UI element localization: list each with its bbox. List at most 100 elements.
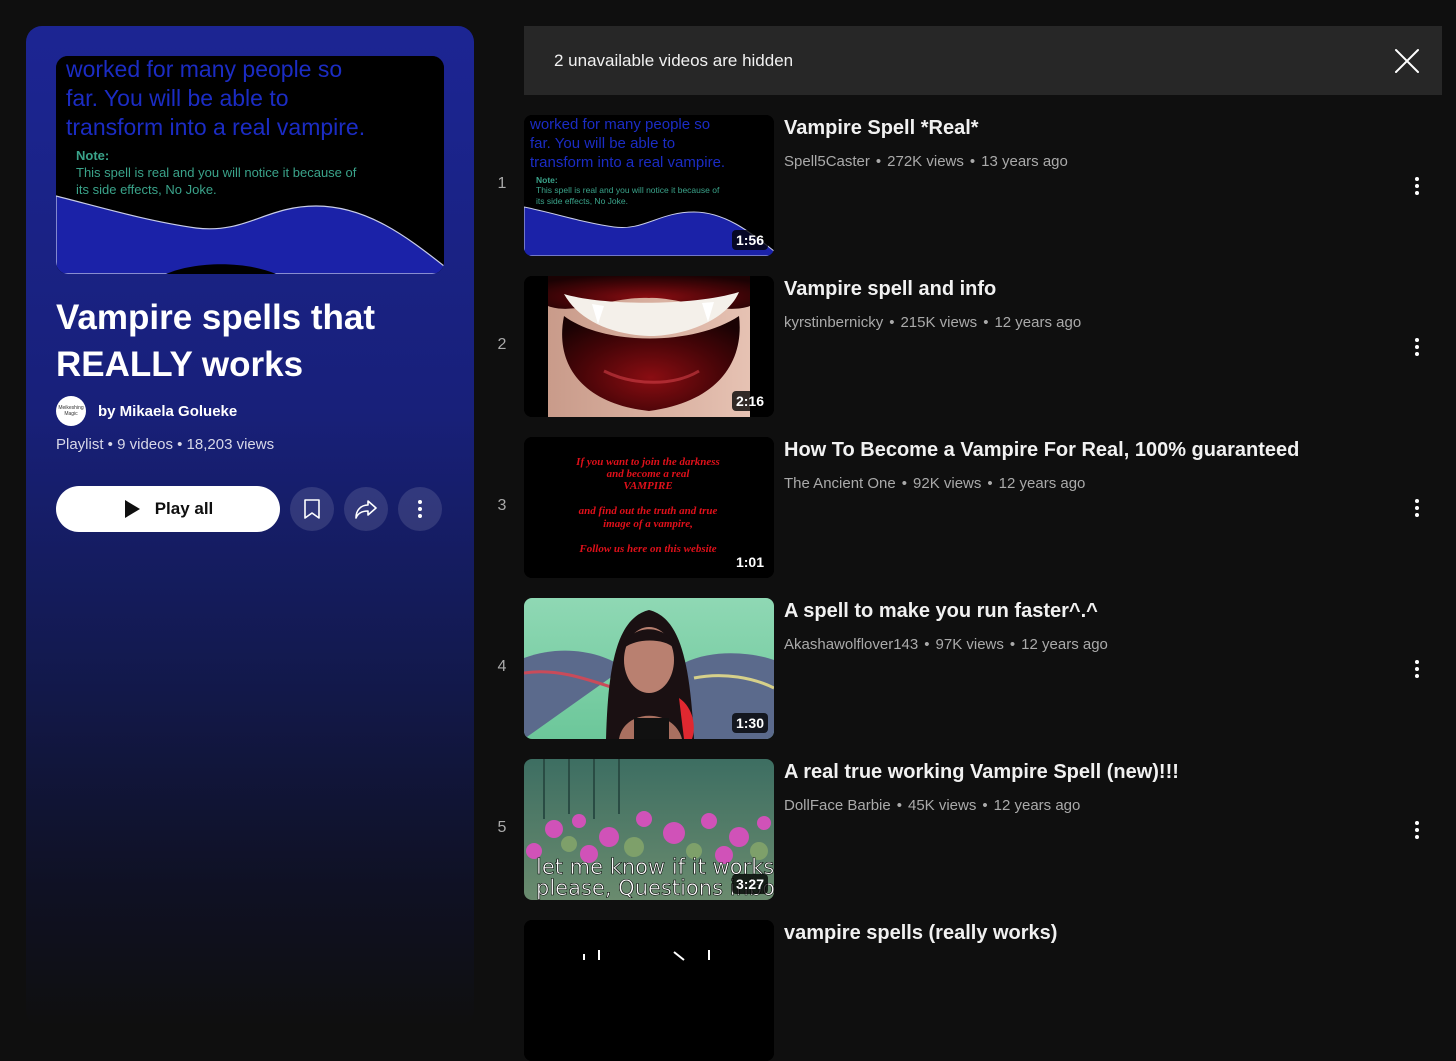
- view-count: 272K views: [887, 153, 964, 170]
- owner-name[interactable]: by Mikaela Golueke: [98, 403, 237, 420]
- video-thumbnail[interactable]: 2:16: [524, 276, 774, 417]
- playlist-title-line: Vampire spells that: [56, 298, 376, 337]
- close-icon[interactable]: [1394, 48, 1420, 74]
- thumb-text-line: far. You will be able to: [66, 85, 289, 111]
- video-thumbnail[interactable]: 1:30: [524, 598, 774, 739]
- hidden-videos-notice: 2 unavailable videos are hidden: [524, 26, 1442, 95]
- playlist-video-row[interactable]: 3 If you want to join the darkness and b…: [486, 437, 1446, 578]
- video-thumbnail[interactable]: worked for many people so far. You will …: [524, 115, 774, 256]
- view-count: 97K views: [935, 636, 1004, 653]
- thumb-text-line: VAMPIRE: [623, 480, 672, 492]
- channel-name[interactable]: Akashawolflover143: [784, 636, 918, 653]
- play-all-label: Play all: [154, 499, 214, 518]
- video-title[interactable]: Vampire spell and info: [784, 276, 996, 302]
- video-title[interactable]: A spell to make you run faster^.^: [784, 598, 1098, 624]
- upload-age: 13 years ago: [981, 153, 1068, 170]
- thumb-text-line: and find out the truth and true: [579, 505, 718, 517]
- channel-name[interactable]: The Ancient One: [784, 475, 896, 492]
- avatar[interactable]: Meikeshing Magic: [56, 396, 86, 426]
- video-title[interactable]: A real true working Vampire Spell (new)!…: [784, 759, 1179, 785]
- playlist-video-row[interactable]: vampire spells (really works): [486, 920, 1446, 1061]
- thumb-note-label: Note:: [76, 148, 109, 163]
- playlist-video-row[interactable]: 4 1:30 A spell to make you run faster^.^: [486, 598, 1446, 739]
- video-index: 5: [497, 819, 507, 836]
- duration-badge: 1:30: [731, 713, 768, 733]
- thumb-text-line: worked for many people so: [65, 56, 342, 82]
- upload-age: 12 years ago: [994, 314, 1082, 331]
- playlist-thumbnail[interactable]: worked for many people so far. You will …: [56, 56, 444, 274]
- video-meta: Spell5Caster • 272K views • 13 years ago: [784, 153, 1068, 170]
- video-index: 3: [497, 497, 507, 514]
- video-index: 1: [497, 175, 507, 192]
- thumb-note-line: its side effects, No Joke.: [536, 196, 628, 206]
- more-vertical-icon: [1414, 337, 1420, 357]
- video-meta: DollFace Barbie • 45K views • 12 years ago: [784, 797, 1081, 814]
- upload-age: 12 years ago: [993, 797, 1081, 814]
- playlist-thumbnail-image: worked for many people so far. You will …: [56, 56, 444, 274]
- channel-name[interactable]: Spell5Caster: [784, 153, 870, 170]
- duration-badge: 1:56: [731, 230, 768, 250]
- thumb-text-line: Follow us here on this website: [578, 543, 716, 555]
- thumb-text-line: image of a vampire,: [603, 518, 693, 530]
- video-meta: kyrstinbernicky • 215K views • 12 years ago: [784, 314, 1082, 331]
- thumb-text-line: transform into a real vampire.: [530, 154, 725, 171]
- upload-age: 12 years ago: [1021, 636, 1108, 653]
- playlist-title-line: REALLY works: [56, 345, 304, 384]
- video-title[interactable]: How To Become a Vampire For Real, 100% g…: [784, 437, 1299, 463]
- save-playlist-button[interactable]: [290, 487, 334, 531]
- playlist-video-row[interactable]: 5 let me know if it works, please, Quest…: [486, 759, 1446, 900]
- thumb-note-line: its side effects, No Joke.: [76, 182, 217, 197]
- video-title[interactable]: vampire spells (really works): [784, 920, 1057, 946]
- video-thumbnail[interactable]: let me know if it works, please, Questio…: [524, 759, 774, 900]
- video-index: 2: [497, 336, 507, 353]
- thumb-text-line: and become a real: [607, 468, 691, 480]
- duration-badge: 1:01: [731, 552, 768, 572]
- thumb-text-line: far. You will be able to: [530, 135, 675, 152]
- thumb-text-line: worked for many people so: [529, 116, 710, 133]
- thumb-text-line: If you want to join the darkness: [575, 456, 720, 468]
- view-count: 215K views: [900, 314, 978, 331]
- video-more-button[interactable]: [1402, 332, 1432, 362]
- video-more-button[interactable]: [1402, 171, 1432, 201]
- notice-text: 2 unavailable videos are hidden: [554, 50, 794, 70]
- play-icon: [123, 499, 141, 519]
- more-vertical-icon: [1414, 498, 1420, 518]
- playlist-header-panel: worked for many people so far. You will …: [26, 26, 474, 1026]
- share-arrow-icon: [354, 498, 378, 520]
- thumb-note-line: This spell is real and you will notice i…: [536, 185, 720, 195]
- playlist-video-row[interactable]: 2 2:16 Vampire spell and info kyrstinber…: [486, 276, 1446, 417]
- duration-badge: 3:27: [731, 874, 768, 894]
- more-vertical-icon: [1414, 820, 1420, 840]
- playlist-owner[interactable]: Meikeshing Magic by Mikaela Golueke: [56, 396, 237, 426]
- video-more-button[interactable]: [1402, 493, 1432, 523]
- share-playlist-button[interactable]: [344, 487, 388, 531]
- video-index: 4: [497, 658, 507, 675]
- video-title[interactable]: Vampire Spell *Real*: [784, 115, 979, 141]
- playlist-actions: Play all: [56, 486, 442, 532]
- thumb-text-line: transform into a real vampire.: [66, 114, 365, 140]
- thumb-note-label: Note:: [536, 175, 558, 185]
- video-thumbnail[interactable]: [524, 920, 774, 1061]
- video-meta: The Ancient One • 92K views • 12 years ago: [784, 475, 1086, 492]
- view-count: 45K views: [907, 797, 977, 814]
- more-vertical-icon: [1414, 176, 1420, 196]
- video-thumbnail-image: [524, 920, 774, 1061]
- video-more-button[interactable]: [1402, 815, 1432, 845]
- thumb-note-line: This spell is real and you will notice i…: [76, 165, 357, 180]
- avatar-text: Meikeshing Magic: [58, 405, 84, 417]
- playlist-video-row[interactable]: 1 worked for many people so far. You wil…: [486, 115, 1446, 256]
- video-more-button[interactable]: [1402, 654, 1432, 684]
- playlist-more-button[interactable]: [398, 487, 442, 531]
- video-meta: Akashawolflover143 • 97K views • 12 years ag…: [784, 636, 1108, 653]
- upload-age: 12 years ago: [998, 475, 1086, 492]
- video-thumbnail[interactable]: If you want to join the darkness and bec…: [524, 437, 774, 578]
- duration-badge: 2:16: [731, 391, 768, 411]
- play-all-button[interactable]: Play all: [56, 486, 280, 532]
- channel-name[interactable]: DollFace Barbie: [784, 797, 891, 814]
- channel-name[interactable]: kyrstinbernicky: [784, 314, 883, 331]
- bookmark-icon: [302, 498, 322, 520]
- more-vertical-icon: [1414, 659, 1420, 679]
- view-count: 92K views: [913, 475, 982, 492]
- playlist-meta: Playlist • 9 videos • 18,203 views: [56, 436, 275, 453]
- playlist-title: Vampire spells that REALLY works: [56, 294, 446, 388]
